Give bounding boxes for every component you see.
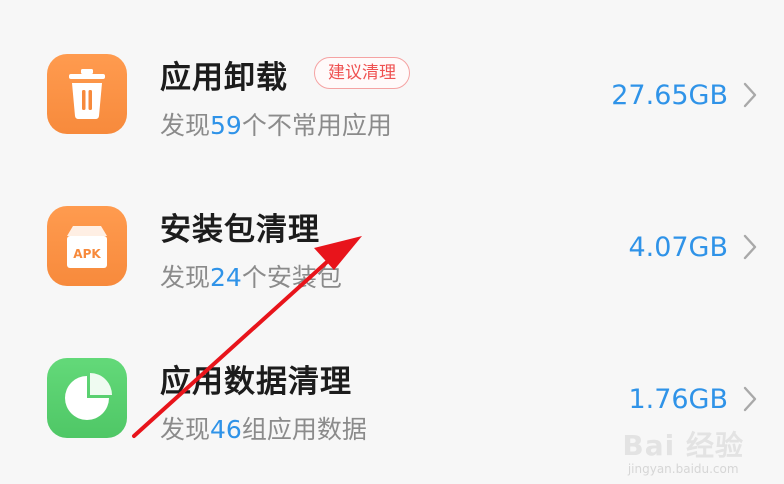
watermark-logo: Bai 经验 [622,429,744,462]
baidu-watermark: Bai 经验 jingyan.baidu.com [622,424,744,476]
subtitle-suffix: 个安装包 [241,263,342,292]
item-subtitle: 发现46组应用数据 [160,410,367,446]
subtitle-suffix: 个不常用应用 [241,111,392,140]
chevron-right-icon [743,82,757,108]
subtitle-prefix: 发现 [160,111,211,140]
item-title: 应用卸载 [160,60,288,96]
pie-chart-icon [47,358,127,438]
subtitle-count: 59 [210,111,242,140]
item-subtitle: 发现59个不常用应用 [160,106,392,142]
subtitle-count: 46 [210,415,242,444]
chevron-right-icon [743,234,757,260]
apk-box-icon: APK [47,206,127,286]
item-title: 安装包清理 [160,212,320,248]
item-size: 27.65GB [611,80,728,111]
suggest-clean-badge: 建议清理 [314,57,410,89]
subtitle-prefix: 发现 [160,263,211,292]
apk-label: APK [73,247,101,261]
watermark-url: jingyan.baidu.com [627,462,739,476]
subtitle-count: 24 [210,263,242,292]
trash-icon [47,54,127,134]
chevron-right-icon [743,386,757,412]
item-subtitle: 发现24个安装包 [160,258,342,294]
subtitle-suffix: 组应用数据 [241,415,367,444]
list-item-app-uninstall[interactable]: 应用卸载 建议清理 发现59个不常用应用 27.65GB [0,36,784,156]
item-size: 4.07GB [628,232,728,263]
list-item-apk-cleanup[interactable]: APK 安装包清理 发现24个安装包 4.07GB [0,188,784,308]
item-size: 1.76GB [628,384,728,415]
subtitle-prefix: 发现 [160,415,211,444]
item-title: 应用数据清理 [160,364,352,400]
